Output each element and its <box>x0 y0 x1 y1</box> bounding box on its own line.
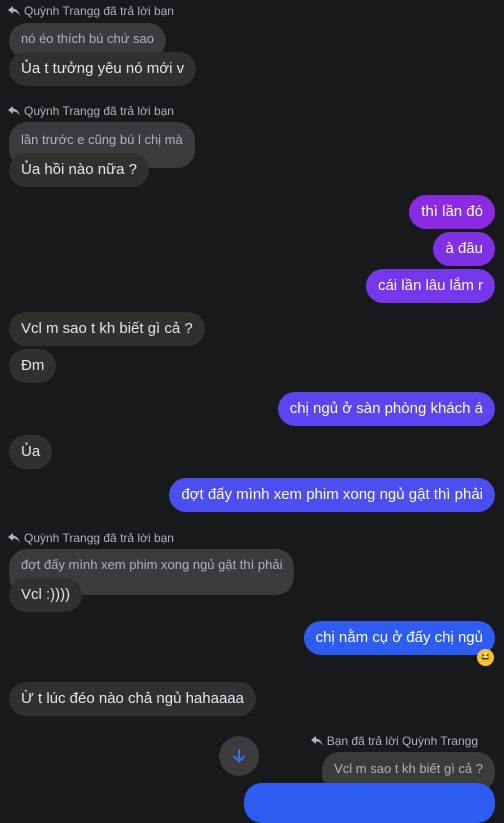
reply-header-text: Quỳnh Trangg đã trả lời bạn <box>24 4 174 18</box>
outgoing-message-partial[interactable] <box>244 783 495 823</box>
outgoing-message[interactable]: thì lần đó <box>409 195 495 229</box>
incoming-message[interactable]: Vcl m sao t kh biết gì cả ? <box>9 312 205 346</box>
outgoing-message[interactable]: à đâu <box>433 232 495 266</box>
reply-header: Bạn đã trả lời Quỳnh Trangg <box>310 734 478 748</box>
reply-header: Quỳnh Trangg đã trả lời bạn <box>8 4 174 18</box>
outgoing-message[interactable]: đợt đấy mình xem phim xong ngủ gật thì p… <box>169 478 495 512</box>
outgoing-message[interactable]: chị nằm cụ ở đấy chị ngủ <box>303 621 495 655</box>
laughing-emoji-icon[interactable]: 😆 <box>477 649 494 666</box>
reply-header: Quỳnh Trangg đã trả lời bạn <box>8 531 174 545</box>
incoming-message[interactable]: Ủa hồi nào nữa ? <box>9 153 149 187</box>
chat-thread: Quỳnh Trangg đã trả lời bạn nó éo thích … <box>0 0 504 823</box>
incoming-message[interactable]: Ủa t tưởng yêu nó mới v <box>9 52 197 86</box>
incoming-message[interactable]: Ủa <box>9 435 53 469</box>
reply-arrow-icon <box>8 6 20 16</box>
reply-arrow-icon <box>8 533 20 543</box>
reply-arrow-icon <box>310 736 323 746</box>
incoming-message[interactable]: Vcl :)))) <box>9 578 83 612</box>
reply-header-text: Quỳnh Trangg đã trả lời bạn <box>24 104 174 118</box>
incoming-message[interactable]: Đm <box>9 349 57 383</box>
scroll-to-bottom-button[interactable] <box>219 736 259 776</box>
reply-header-text: Quỳnh Trangg đã trả lời bạn <box>24 531 174 545</box>
arrow-down-icon <box>233 749 245 763</box>
incoming-message[interactable]: Ừ t lúc đéo nào chả ngủ hahaaaa <box>9 682 256 716</box>
reply-header: Quỳnh Trangg đã trả lời bạn <box>8 104 174 118</box>
outgoing-message[interactable]: cái lần lâu lắm r <box>365 269 495 303</box>
reply-header-text: Bạn đã trả lời Quỳnh Trangg <box>326 734 478 748</box>
reply-arrow-icon <box>8 106 20 116</box>
outgoing-message[interactable]: chị ngủ ở sàn phòng khách á <box>277 392 495 426</box>
